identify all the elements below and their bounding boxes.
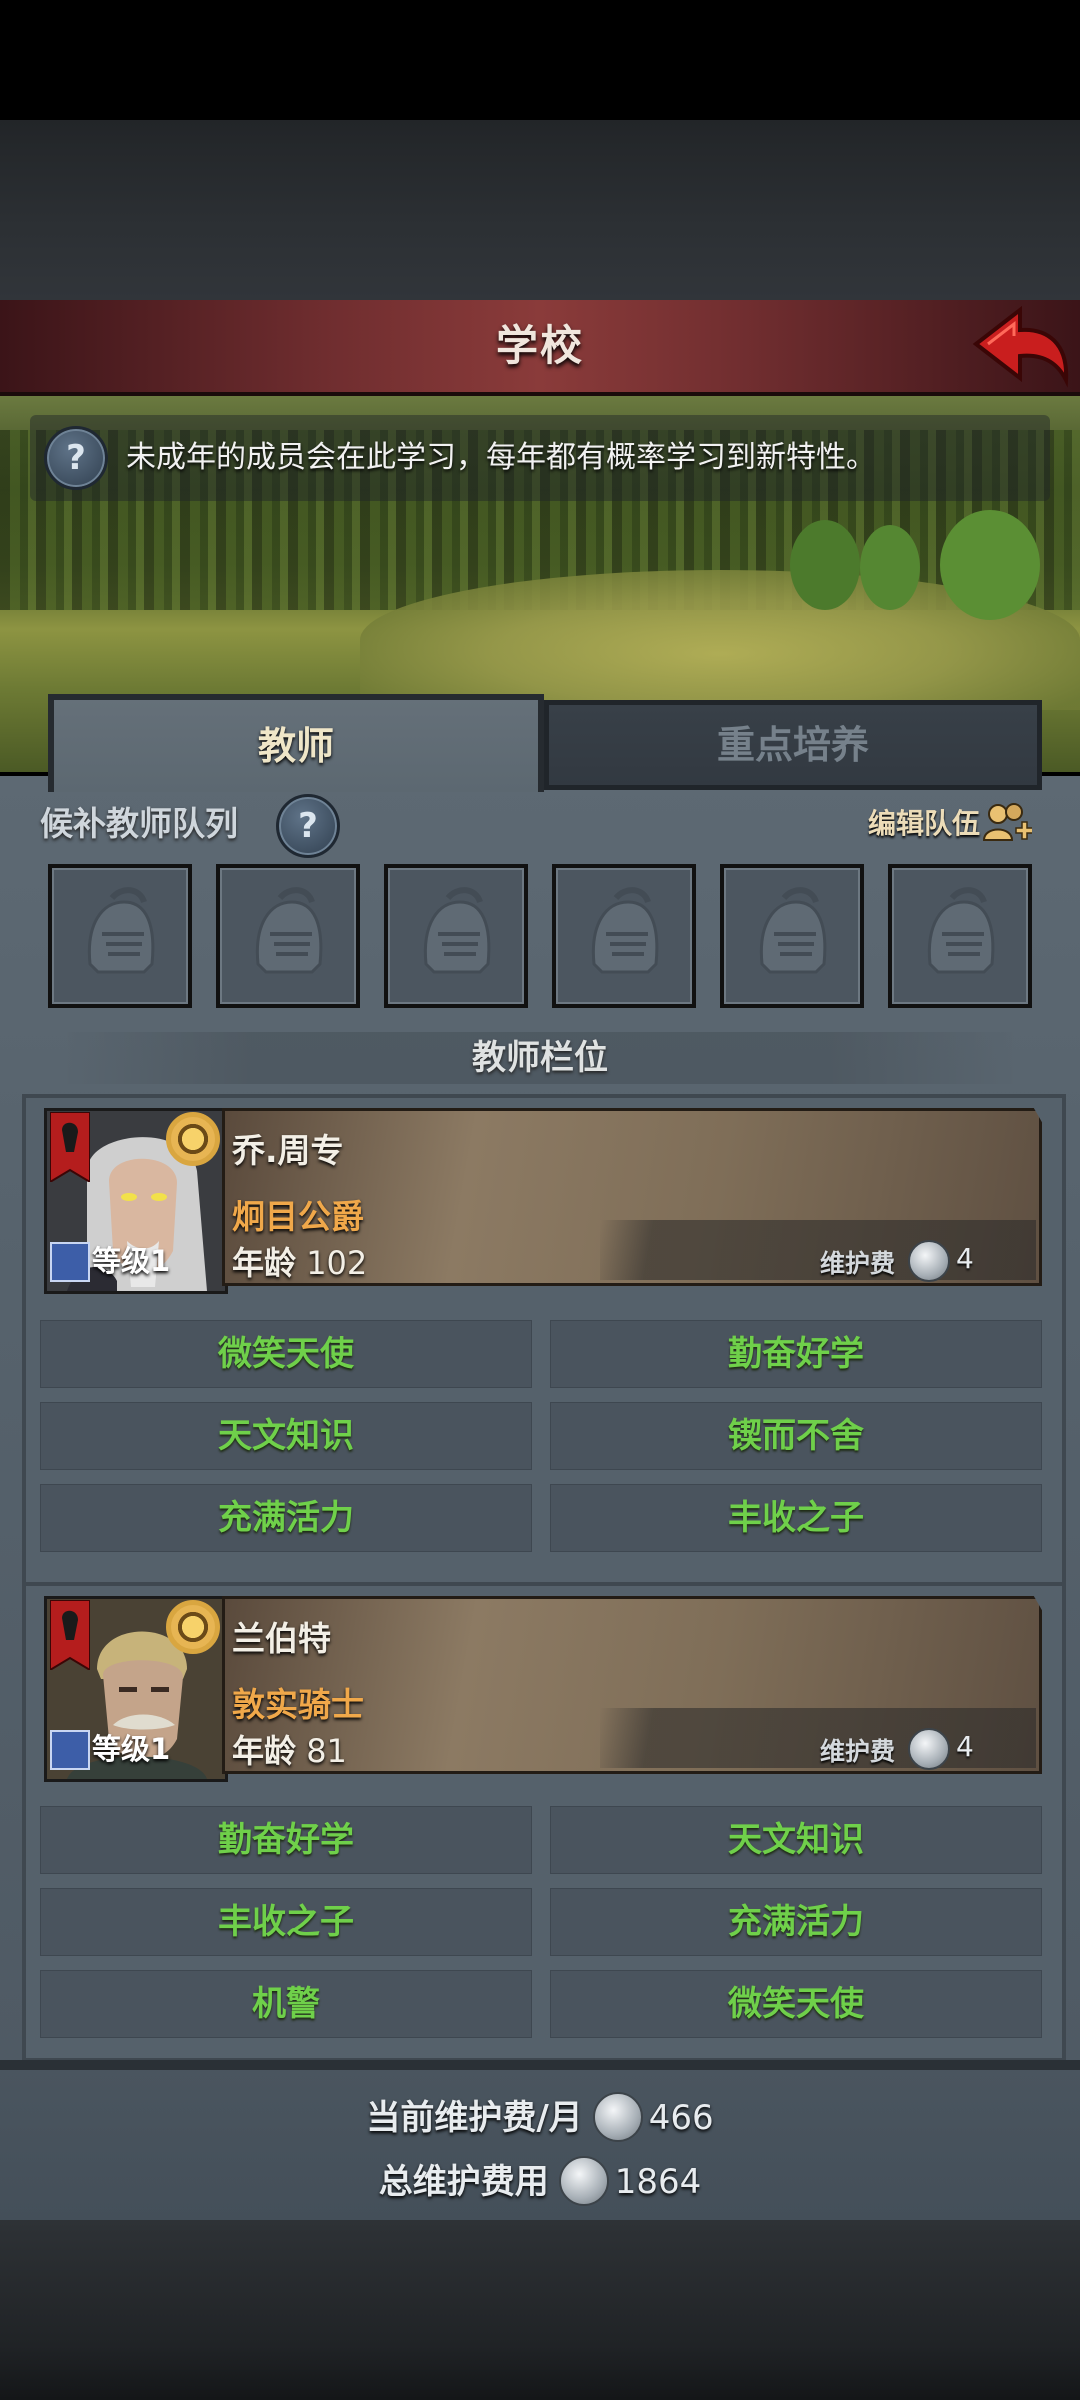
trait-tag[interactable]: 丰收之子 [40,1888,532,1956]
upkeep-value: 4 [956,1730,974,1763]
upkeep-label: 维护费 [820,1737,896,1766]
house-banner-icon [50,1600,90,1670]
silver-coin-icon [558,2155,609,2206]
silver-coin-icon [908,1728,950,1770]
knight-helmet-icon [87,887,155,974]
tree-art [790,520,860,610]
help-icon[interactable]: ? [44,426,108,490]
tab-teachers[interactable]: 教师 [48,694,544,792]
reserve-slot[interactable] [888,864,1032,1008]
knight-helmet-icon [591,887,659,974]
reserve-slot[interactable] [216,864,360,1008]
sword-icon [50,1242,90,1282]
teacher-level: 等级1 [92,1244,171,1278]
trait-tag[interactable]: 充满活力 [40,1484,532,1552]
upkeep-label: 维护费 [820,1249,896,1278]
status-bar-area [0,0,1080,120]
teacher-name: 乔.周专 [232,1131,344,1170]
teacher-title: 敦实骑士 [232,1685,364,1724]
tab-focus-training[interactable]: 重点培养 [544,700,1042,790]
top-spacer [0,120,1080,300]
tree-art [860,525,920,610]
info-text: 未成年的成员会在此学习，每年都有概率学习到新特性。 [126,440,876,475]
knight-helmet-icon [759,887,827,974]
trait-tag[interactable]: 天文知识 [40,1402,532,1470]
trait-tag[interactable]: 天文知识 [550,1806,1042,1874]
bottom-spacer [0,2220,1080,2400]
teacher-age: 年龄 102 [232,1244,368,1282]
trait-tag[interactable]: 勤奋好学 [40,1806,532,1874]
teacher-age: 年龄 81 [232,1732,347,1770]
tree-art [940,510,1040,620]
edit-team-button[interactable]: 编辑队伍 [868,800,980,848]
back-arrow-icon[interactable] [968,304,1072,388]
help-icon[interactable]: ? [276,794,340,858]
trait-tag[interactable]: 丰收之子 [550,1484,1042,1552]
knight-helmet-icon [927,887,995,974]
edit-team-icon[interactable] [982,800,1032,848]
trait-tag[interactable]: 勤奋好学 [550,1320,1042,1388]
reserve-slot[interactable] [48,864,192,1008]
trait-tag[interactable]: 机警 [40,1970,532,2038]
reserve-slot[interactable] [720,864,864,1008]
section-title: 教师栏位 [472,1038,608,1078]
knight-helmet-icon [423,887,491,974]
reserve-queue-label: 候补教师队列 [40,804,238,843]
trait-tag[interactable]: 微笑天使 [550,1970,1042,2038]
trait-tag[interactable]: 充满活力 [550,1888,1042,1956]
rotate-icon[interactable] [166,1600,220,1654]
silver-coin-icon [592,2091,643,2142]
page-title: 学校 [495,321,584,370]
total-upkeep: 总维护费用 1864 [0,2154,1080,2210]
sword-icon [50,1730,90,1770]
silver-coin-icon [908,1240,950,1282]
trait-tag[interactable]: 微笑天使 [40,1320,532,1388]
upkeep-value: 4 [956,1242,974,1275]
reserve-slot[interactable] [552,864,696,1008]
reserve-slot[interactable] [384,864,528,1008]
teacher-title: 炯目公爵 [232,1197,364,1236]
house-banner-icon [50,1112,90,1182]
teacher-name: 兰伯特 [232,1619,331,1658]
monthly-upkeep: 当前维护费/月 466 [0,2090,1080,2146]
teacher-level: 等级1 [92,1732,171,1766]
knight-helmet-icon [255,887,323,974]
rotate-icon[interactable] [166,1112,220,1166]
trait-tag[interactable]: 锲而不舍 [550,1402,1042,1470]
